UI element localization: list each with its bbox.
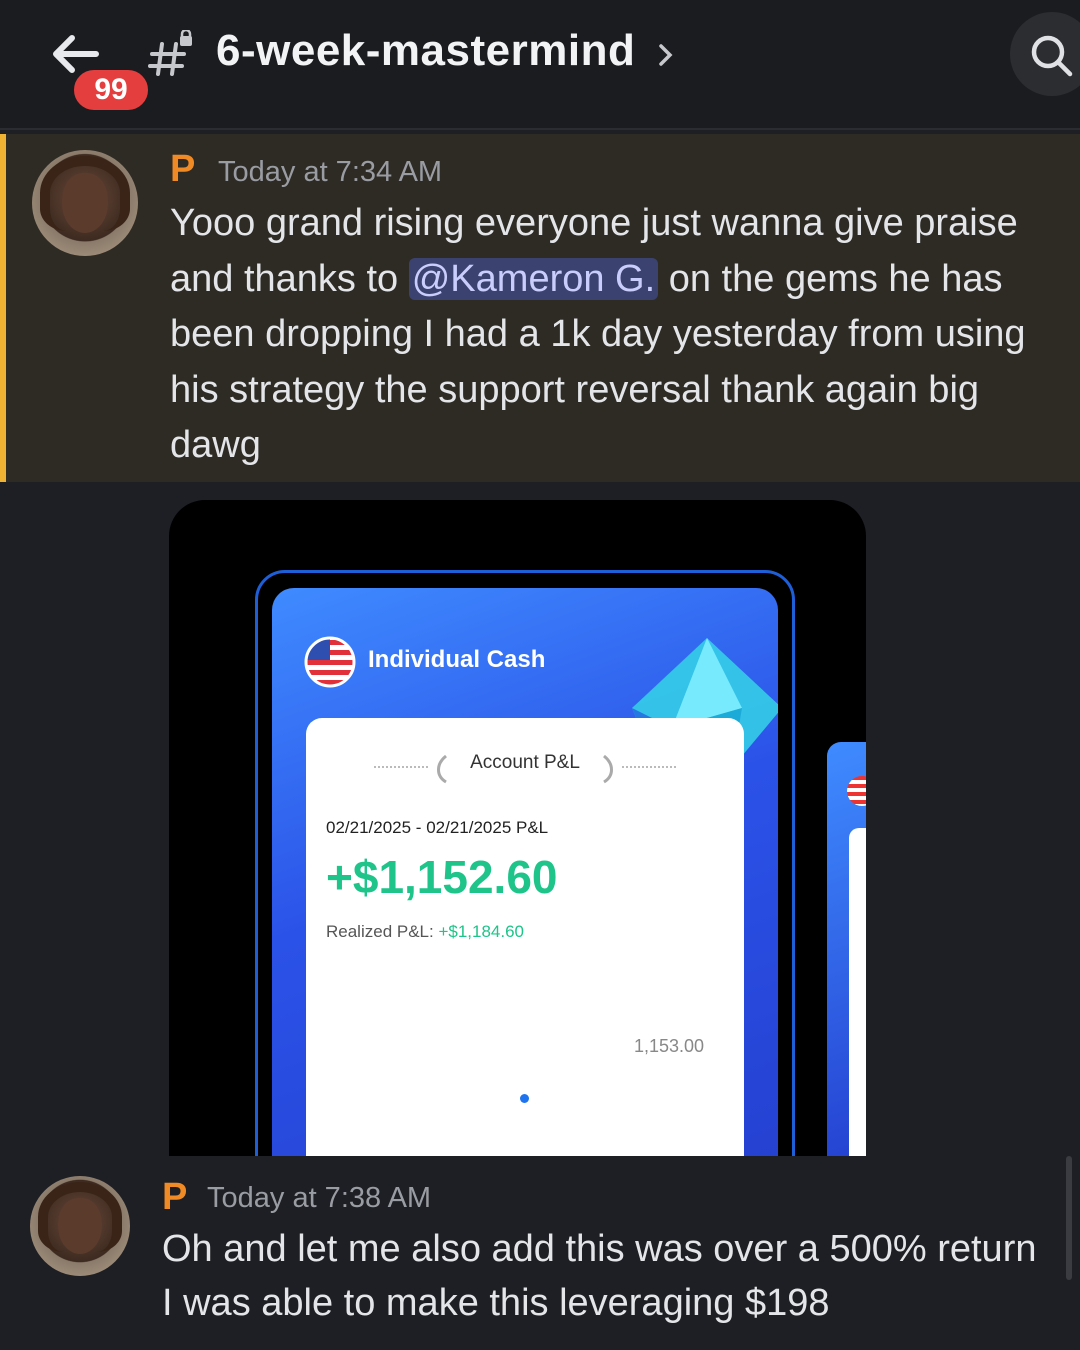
search-button[interactable] xyxy=(1010,12,1080,96)
realized-label: Realized P&L: xyxy=(326,922,439,941)
timestamp: Today at 7:34 AM xyxy=(218,156,443,188)
chevron-right-icon[interactable] xyxy=(656,40,676,70)
pnl-heading: Account P&L xyxy=(470,752,580,773)
date-range: 02/21/2025 - 02/21/2025 P&L xyxy=(326,818,549,837)
image-attachment[interactable]: Individual Cash Account P&L 02/21/2025 -… xyxy=(169,500,866,1156)
realized-pnl: Realized P&L: +$1,184.60 xyxy=(326,922,524,942)
channel-header: 99 6-week-mastermind xyxy=(0,0,1080,130)
chart-dot xyxy=(520,1094,529,1103)
pnl-panel: Account P&L 02/21/2025 - 02/21/2025 P&L … xyxy=(306,718,744,1156)
scrollbar[interactable] xyxy=(1066,1156,1072,1280)
channel-name[interactable]: 6-week-mastermind xyxy=(216,26,635,76)
timestamp: Today at 7:38 AM xyxy=(207,1182,432,1214)
user-mention[interactable]: @Kameron G. xyxy=(408,257,659,300)
message-text: Yooo grand rising everyone just wanna gi… xyxy=(170,202,1026,466)
hashtag-lock-icon xyxy=(148,30,192,76)
author-name[interactable]: P xyxy=(162,1176,187,1219)
author-name[interactable]: P xyxy=(170,148,195,191)
unread-badge: 99 xyxy=(70,66,152,114)
avatar[interactable] xyxy=(32,150,138,256)
message-text: Oh and let me also add this was over a 5… xyxy=(162,1228,1037,1324)
chart-tick-label: 1,153.00 xyxy=(634,1036,705,1056)
us-flag-icon xyxy=(304,636,356,688)
avatar[interactable] xyxy=(30,1176,130,1276)
pnl-value: +$1,152.60 xyxy=(326,851,558,903)
message-highlighted[interactable]: P Today at 7:34 AM Yooo grand rising eve… xyxy=(0,134,1080,482)
next-account-card xyxy=(827,742,866,1156)
realized-value: +$1,184.60 xyxy=(438,922,525,941)
account-label: Individual Cash xyxy=(368,646,546,673)
account-card: Individual Cash Account P&L 02/21/2025 -… xyxy=(272,588,778,1156)
search-icon xyxy=(1031,35,1073,77)
laurel-right-icon xyxy=(602,754,613,784)
